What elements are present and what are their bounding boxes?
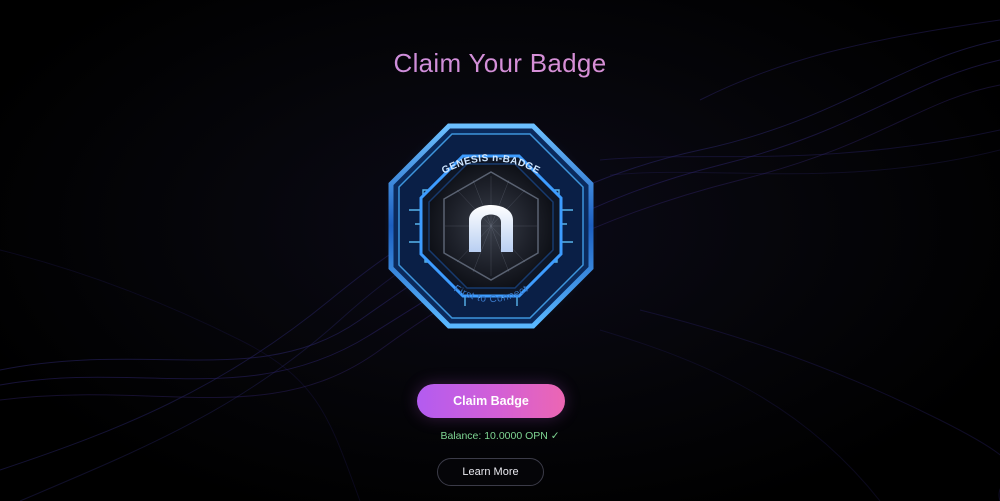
balance-status: Balance: 10.0000 OPN ✓ <box>440 430 560 442</box>
genesis-badge: GENESIS n-BADGE First to Connect <box>385 120 597 332</box>
claim-badge-page: Claim Your Badge GENESIS n-BADGE First t… <box>0 0 1000 501</box>
page-title: Claim Your Badge <box>0 48 1000 79</box>
claim-badge-button[interactable]: Claim Badge <box>417 384 565 418</box>
learn-more-button[interactable]: Learn More <box>437 458 544 486</box>
